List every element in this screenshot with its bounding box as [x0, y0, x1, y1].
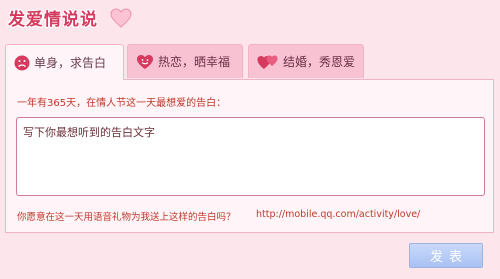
sad-face-icon — [14, 55, 30, 70]
double-heart-icon — [257, 55, 278, 69]
heart-face-icon — [137, 54, 153, 69]
submit-button[interactable]: 发表 — [409, 243, 483, 268]
tab-label: 热恋，晒幸福 — [158, 55, 231, 69]
tab-label: 单身，求告白 — [34, 56, 107, 70]
tab-single[interactable]: 单身，求告白 — [5, 44, 124, 80]
heart-icon — [110, 8, 132, 28]
confession-input[interactable] — [16, 117, 485, 196]
activity-link[interactable]: http://mobile.qq.com/activity/love/ — [256, 209, 420, 220]
composer-prompt: 一年有365天，在情人节这一天最想爱的告白： — [17, 98, 227, 109]
tab-in-love[interactable]: 热恋，晒幸福 — [127, 44, 243, 78]
tab-married[interactable]: 结婚，秀恩爱 — [248, 44, 364, 78]
app-title: 发爱情说说 — [8, 10, 98, 30]
voice-gift-question: 你愿意在这一天用语音礼物为我送上这样的告白吗？ — [17, 212, 236, 223]
composer-panel: 一年有365天，在情人节这一天最想爱的告白： 你愿意在这一天用语音礼物为我送上这… — [5, 79, 494, 233]
tab-label: 结婚，秀恩爱 — [283, 55, 356, 69]
